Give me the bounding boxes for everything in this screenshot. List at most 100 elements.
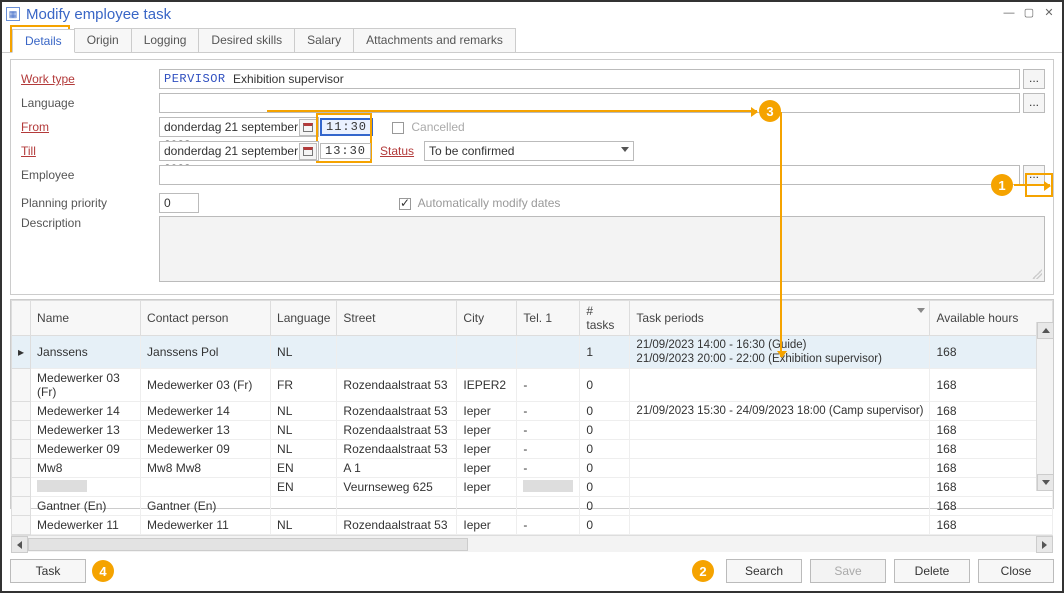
cell-periods	[630, 369, 930, 402]
tab-logging[interactable]: Logging	[131, 28, 200, 52]
table-row[interactable]: ▸JanssensJanssens PolNL121/09/2023 14:00…	[12, 336, 1053, 369]
delete-button[interactable]: Delete	[894, 559, 970, 583]
scroll-thumb[interactable]	[28, 538, 468, 551]
resize-grip-icon	[1032, 269, 1042, 279]
close-window-button[interactable]: ✕	[1040, 7, 1058, 21]
cell-city: Ieper	[457, 478, 517, 497]
cell-tel: -	[517, 440, 580, 459]
cell-city	[457, 336, 517, 369]
tab-desired-skills[interactable]: Desired skills	[198, 28, 295, 52]
cell-hours: 168	[930, 497, 1053, 516]
col-hours[interactable]: Available hours	[930, 301, 1053, 336]
cell-street: Veurnseweg 625	[337, 478, 457, 497]
save-button[interactable]: Save	[810, 559, 886, 583]
col-name[interactable]: Name	[31, 301, 141, 336]
cell-name: x	[31, 478, 141, 497]
cell-name: Medewerker 03 (Fr)	[31, 369, 141, 402]
language-desc	[229, 93, 1020, 113]
scroll-right-button[interactable]	[1036, 536, 1053, 553]
search-button[interactable]: Search	[726, 559, 802, 583]
table-row[interactable]: Medewerker 11Medewerker 11NLRozendaalstr…	[12, 516, 1053, 535]
cell-contact: Janssens Pol	[141, 336, 271, 369]
chevron-down-icon	[621, 147, 629, 152]
tab-details[interactable]: Details	[12, 29, 75, 53]
row-header	[12, 421, 31, 440]
priority-field[interactable]: 0	[159, 193, 199, 213]
tab-origin[interactable]: Origin	[74, 28, 132, 52]
tab-salary[interactable]: Salary	[294, 28, 354, 52]
maximize-button[interactable]: ▢	[1020, 7, 1038, 21]
cell-contact: Medewerker 13	[141, 421, 271, 440]
row-header	[12, 478, 31, 497]
cell-street: Rozendaalstraat 53	[337, 369, 457, 402]
cell-tel: -	[517, 402, 580, 421]
cell-periods	[630, 516, 930, 535]
table-row[interactable]: Gantner (En)Gantner (En)0168	[12, 497, 1053, 516]
cell-contact: Medewerker 03 (Fr)	[141, 369, 271, 402]
scroll-left-button[interactable]	[11, 536, 28, 553]
tab-attachments[interactable]: Attachments and remarks	[353, 28, 516, 52]
work-type-lookup-button[interactable]: ...	[1023, 69, 1045, 89]
col-tasks[interactable]: # tasks	[580, 301, 630, 336]
employee-code[interactable]	[159, 165, 229, 185]
till-label: Till	[19, 144, 159, 158]
scroll-down-button[interactable]	[1037, 474, 1054, 491]
cell-tel	[517, 497, 580, 516]
vertical-scrollbar[interactable]	[1036, 322, 1053, 491]
window-title: Modify employee task	[26, 6, 171, 23]
status-dropdown[interactable]: To be confirmed	[424, 141, 634, 161]
from-time-field[interactable]: 11:30	[320, 118, 373, 136]
cell-city: Ieper	[457, 421, 517, 440]
col-street[interactable]: Street	[337, 301, 457, 336]
table-row[interactable]: Medewerker 09Medewerker 09NLRozendaalstr…	[12, 440, 1053, 459]
cell-tel: -	[517, 369, 580, 402]
table-row[interactable]: Medewerker 14Medewerker 14NLRozendaalstr…	[12, 402, 1053, 421]
cell-name: Gantner (En)	[31, 497, 141, 516]
close-button[interactable]: Close	[978, 559, 1054, 583]
work-type-desc: Exhibition supervisor	[229, 69, 1020, 89]
till-time-field[interactable]: 13:30	[320, 143, 371, 159]
language-code[interactable]	[159, 93, 229, 113]
till-date-field[interactable]: donderdag 21 september 2023	[159, 141, 319, 161]
cell-hours: 168	[930, 459, 1053, 478]
table-row[interactable]: Medewerker 13Medewerker 13NLRozendaalstr…	[12, 421, 1053, 440]
cell-name: Janssens	[31, 336, 141, 369]
col-city[interactable]: City	[457, 301, 517, 336]
from-date-field[interactable]: donderdag 21 september 2023	[159, 117, 319, 137]
col-language[interactable]: Language	[271, 301, 337, 336]
from-date-picker-button[interactable]	[299, 119, 317, 136]
minimize-button[interactable]: —	[1000, 7, 1018, 21]
auto-modify-checkbox[interactable]	[399, 198, 411, 210]
cell-language: NL	[271, 402, 337, 421]
table-row[interactable]: xENVeurnseweg 625Ieperx0168	[12, 478, 1053, 497]
row-header	[12, 369, 31, 402]
table-row[interactable]: Mw8Mw8 Mw8ENA 1Ieper-0168	[12, 459, 1053, 478]
horizontal-scrollbar[interactable]	[11, 535, 1053, 552]
col-periods[interactable]: Task periods	[630, 301, 930, 336]
cell-tasks: 0	[580, 369, 630, 402]
col-tel[interactable]: Tel. 1	[517, 301, 580, 336]
cell-street	[337, 497, 457, 516]
cancelled-checkbox[interactable]	[392, 122, 404, 134]
cell-contact: Medewerker 11	[141, 516, 271, 535]
app-icon: ▦	[6, 7, 20, 21]
cell-hours: 168	[930, 336, 1053, 369]
language-lookup-button[interactable]: ...	[1023, 93, 1045, 113]
grid-table: Name Contact person Language Street City…	[11, 300, 1053, 535]
cell-street: Rozendaalstraat 53	[337, 402, 457, 421]
row-header: ▸	[12, 336, 31, 369]
cell-name: Medewerker 13	[31, 421, 141, 440]
description-textarea[interactable]	[159, 216, 1045, 282]
cell-name: Medewerker 14	[31, 402, 141, 421]
scroll-up-button[interactable]	[1037, 322, 1054, 339]
button-bar: Task 4 2 Search Save Delete Close	[10, 559, 1054, 583]
work-type-code[interactable]: PERVISOR	[159, 69, 229, 89]
cell-tel: x	[517, 478, 580, 497]
employee-lookup-button[interactable]: ...	[1023, 165, 1045, 185]
table-row[interactable]: Medewerker 03 (Fr)Medewerker 03 (Fr)FRRo…	[12, 369, 1053, 402]
cell-city: IEPER2	[457, 369, 517, 402]
callout-4: 4	[92, 560, 114, 582]
till-date-picker-button[interactable]	[299, 143, 317, 160]
task-button[interactable]: Task	[10, 559, 86, 583]
col-contact[interactable]: Contact person	[141, 301, 271, 336]
